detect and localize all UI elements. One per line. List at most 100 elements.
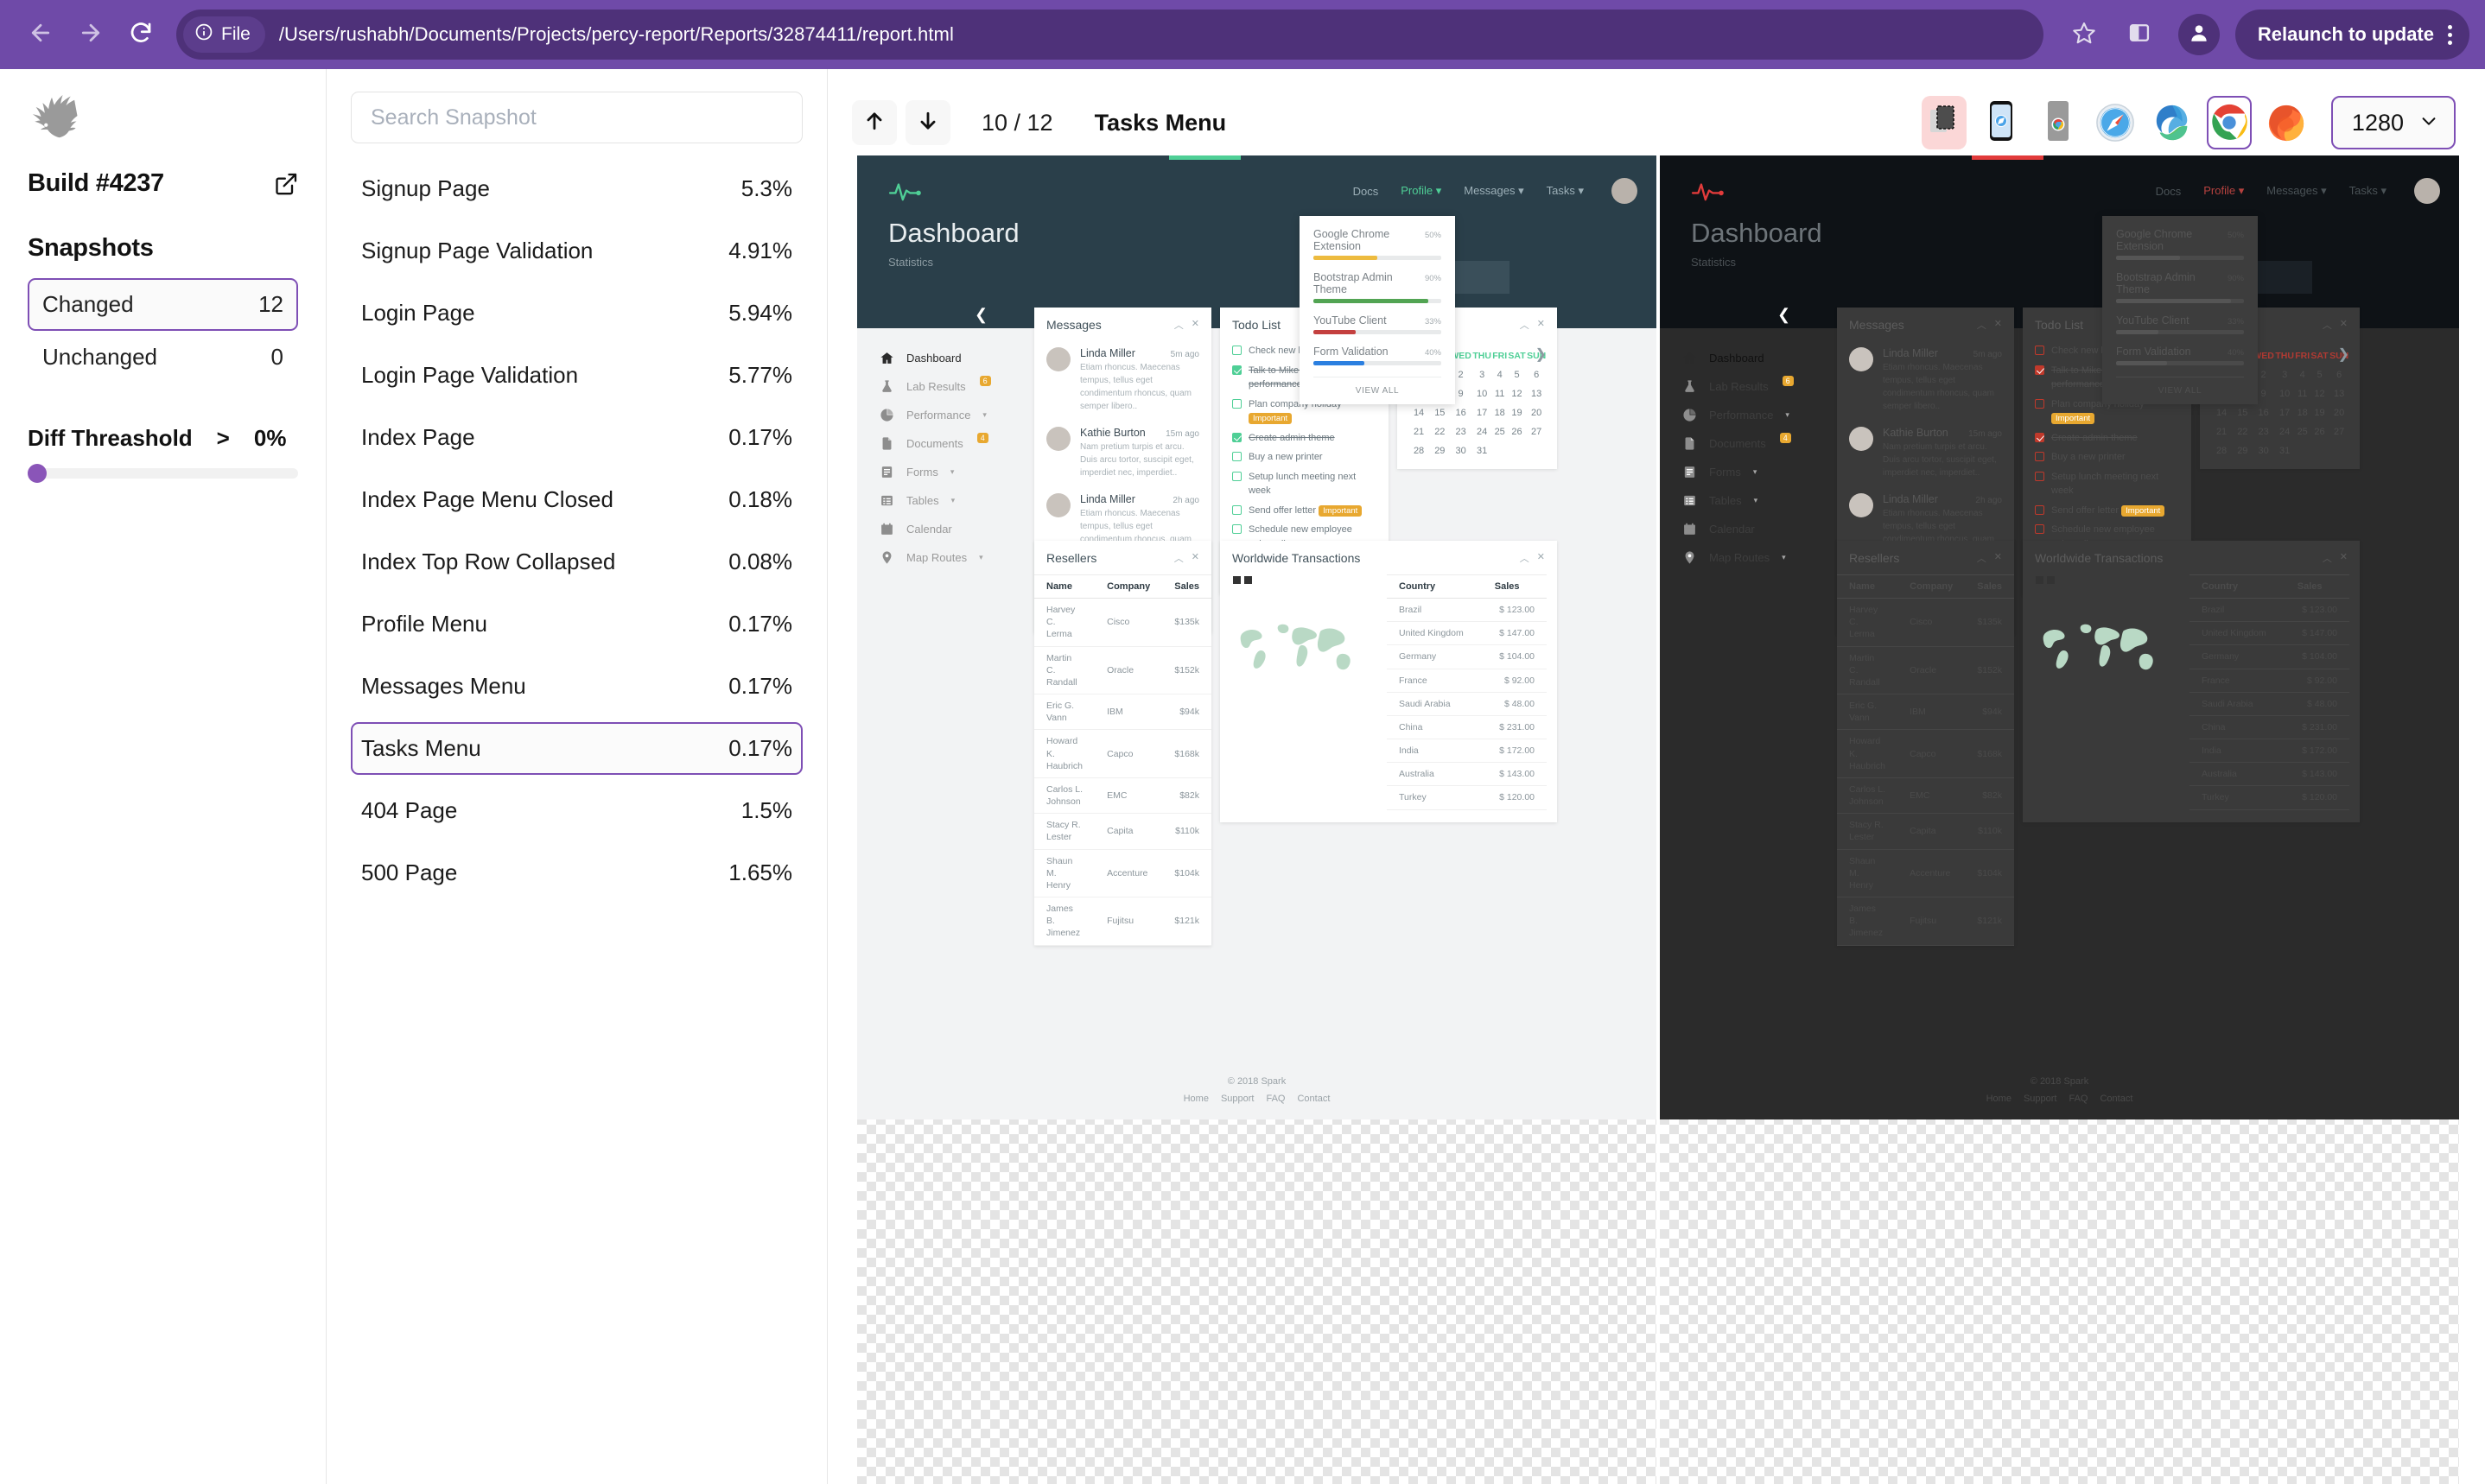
mock-calendar-day[interactable]: 22 (2233, 422, 2252, 441)
snapshot-list-item[interactable]: Tasks Menu0.17% (351, 722, 803, 775)
mock-footer-link[interactable]: Home (1986, 1094, 2012, 1104)
three-dot-menu-icon[interactable] (2448, 25, 2452, 45)
snapshot-list-item[interactable]: Login Page Validation5.77% (351, 349, 803, 402)
mock-calendar-day[interactable]: 17 (2275, 403, 2295, 422)
mock-nav-profile[interactable]: Profile ▾ (1401, 184, 1441, 198)
table-row[interactable]: Harvey C. LermaCisco$135k (1837, 599, 2014, 647)
mock-todo-row[interactable]: Buy a new printer (2023, 447, 2191, 467)
chevron-right-icon[interactable]: ❯ (2338, 346, 2349, 363)
checkbox-icon[interactable] (1232, 399, 1242, 409)
table-row[interactable]: Turkey$ 120.00 (1387, 786, 1547, 809)
close-icon[interactable]: ✕ (2340, 318, 2348, 332)
table-row[interactable]: Howard K. HaubrichCapco$168k (1034, 730, 1211, 778)
table-row[interactable]: Saudi Arabia$ 48.00 (2189, 692, 2349, 715)
checkbox-icon[interactable] (2035, 452, 2044, 461)
table-row[interactable]: Martin C. RandallOracle$152k (1034, 646, 1211, 694)
mock-footer-link[interactable]: FAQ (1266, 1094, 1285, 1104)
mock-calendar-day[interactable]: 25 (1492, 422, 1508, 441)
table-row[interactable]: Brazil$ 123.00 (1387, 599, 1547, 622)
checkbox-icon[interactable] (1232, 346, 1242, 355)
snapshot-list-item[interactable]: Index Page0.17% (351, 411, 803, 464)
mock-message-row[interactable]: Linda Miller 5m ago Etiam rhoncus. Maece… (1837, 341, 2014, 421)
table-row[interactable]: Shaun M. HenryAccenture$104k (1837, 849, 2014, 897)
mock-sidenav-calendar[interactable]: Calendar (880, 515, 1021, 543)
mock-message-row[interactable]: Linda Miller 5m ago Etiam rhoncus. Maece… (1034, 341, 1211, 421)
snapshot-list-item[interactable]: 500 Page1.65% (351, 847, 803, 899)
mock-todo-row[interactable]: Send offer letter Important (2023, 501, 2191, 521)
mock-sidenav-forms[interactable]: Forms ▾ (1682, 458, 1824, 486)
mock-nav-tasks[interactable]: Tasks ▾ (2349, 184, 2386, 198)
mock-todo-row[interactable]: Create admin theme (1220, 428, 1389, 448)
side-panel-button[interactable] (2114, 10, 2164, 60)
mock-sidenav-tables[interactable]: Tables ▾ (880, 486, 1021, 515)
table-row[interactable]: Eric G. VannIBM$94k (1034, 694, 1211, 730)
browser-profile-button[interactable] (2178, 14, 2220, 55)
snapshot-list-item[interactable]: Profile Menu0.17% (351, 598, 803, 650)
table-row[interactable]: France$ 92.00 (2189, 669, 2349, 692)
mock-sidenav-map routes[interactable]: Map Routes ▾ (880, 543, 1021, 572)
mock-calendar-day[interactable]: 23 (1450, 422, 1472, 441)
mock-todo-row[interactable]: Setup lunch meeting next week (1220, 467, 1389, 501)
filter-unchanged[interactable]: Unchanged 0 (28, 331, 298, 384)
mock-calendar-day[interactable]: 30 (1450, 441, 1472, 460)
checkbox-icon[interactable] (2035, 399, 2044, 409)
mock-calendar-day[interactable]: 16 (1450, 403, 1472, 422)
chevron-right-icon[interactable]: ❯ (1535, 346, 1547, 363)
mock-calendar-day[interactable]: 5 (1508, 365, 1527, 384)
close-icon[interactable]: ✕ (1537, 318, 1545, 332)
table-row[interactable]: James B. JimenezFujitsu$121k (1837, 897, 2014, 946)
table-row[interactable]: China$ 231.00 (2189, 715, 2349, 739)
chevron-up-icon[interactable]: ︿ (1174, 318, 1184, 332)
checkbox-icon[interactable] (1232, 433, 1242, 442)
mock-message-row[interactable]: Kathie Burton 15m ago Nam pretium turpis… (1837, 421, 2014, 487)
mock-footer-link[interactable]: Contact (2100, 1094, 2132, 1104)
overlay-diff-button[interactable] (1922, 96, 1967, 149)
external-link-icon[interactable] (274, 172, 298, 196)
mock-calendar-day[interactable]: 13 (2329, 384, 2349, 403)
mock-calendar-day[interactable]: 4 (2295, 365, 2310, 384)
mock-calendar-day[interactable]: 17 (1472, 403, 1492, 422)
checkbox-icon[interactable] (2035, 433, 2044, 442)
mock-footer-link[interactable]: Support (2024, 1094, 2057, 1104)
mock-dropdown-row[interactable]: Form Validation 40% (2116, 346, 2244, 365)
search-input[interactable] (351, 92, 803, 143)
mock-calendar-day[interactable] (1492, 441, 1508, 460)
close-icon[interactable]: ✕ (1192, 318, 1199, 332)
mock-dropdown-row[interactable]: YouTube Client 33% (2116, 314, 2244, 334)
mock-calendar-day[interactable] (2295, 441, 2310, 460)
mock-calendar-day[interactable]: 29 (1430, 441, 1449, 460)
mock-calendar-day[interactable]: 18 (1492, 403, 1508, 422)
mock-calendar-day[interactable]: 18 (2295, 403, 2310, 422)
table-row[interactable]: Germany$ 104.00 (2189, 645, 2349, 669)
mock-calendar-day[interactable]: 23 (2253, 422, 2275, 441)
chevron-up-icon[interactable]: ︿ (1977, 318, 1986, 332)
table-row[interactable]: Germany$ 104.00 (1387, 645, 1547, 669)
mock-sidenav-forms[interactable]: Forms ▾ (880, 458, 1021, 486)
table-row[interactable]: Saudi Arabia$ 48.00 (1387, 692, 1547, 715)
mock-calendar-day[interactable]: 6 (2329, 365, 2349, 384)
mock-calendar-day[interactable]: 21 (2210, 422, 2233, 441)
address-bar[interactable]: File /Users/rushabh/Documents/Projects/p… (176, 10, 2043, 60)
forward-button[interactable] (66, 10, 116, 60)
table-row[interactable]: Harvey C. LermaCisco$135k (1034, 599, 1211, 647)
table-row[interactable]: Turkey$ 120.00 (2189, 786, 2349, 809)
table-row[interactable]: France$ 92.00 (1387, 669, 1547, 692)
checkbox-icon[interactable] (1232, 524, 1242, 534)
table-row[interactable]: James B. JimenezFujitsu$121k (1034, 897, 1211, 946)
mock-calendar-day[interactable]: 16 (2253, 403, 2275, 422)
table-row[interactable]: Carlos L. JohnsonEMC$82k (1034, 777, 1211, 813)
mock-dropdown-row[interactable]: Google Chrome Extension 50% (2116, 228, 2244, 260)
mock-nav-messages[interactable]: Messages ▾ (2266, 184, 2326, 198)
mock-calendar-day[interactable]: 21 (1408, 422, 1430, 441)
checkbox-icon[interactable] (2035, 365, 2044, 375)
next-snapshot-button[interactable] (906, 100, 950, 145)
mock-footer-link[interactable]: Contact (1297, 1094, 1330, 1104)
mock-nav-messages[interactable]: Messages ▾ (1464, 184, 1523, 198)
snapshot-list-item[interactable]: Login Page5.94% (351, 287, 803, 339)
mock-calendar-day[interactable]: 14 (2210, 403, 2233, 422)
back-button[interactable] (16, 10, 66, 60)
mock-calendar-day[interactable]: 30 (2253, 441, 2275, 460)
table-row[interactable]: Australia$ 143.00 (2189, 763, 2349, 786)
table-row[interactable]: Howard K. HaubrichCapco$168k (1837, 730, 2014, 778)
table-row[interactable]: Eric G. VannIBM$94k (1837, 694, 2014, 730)
